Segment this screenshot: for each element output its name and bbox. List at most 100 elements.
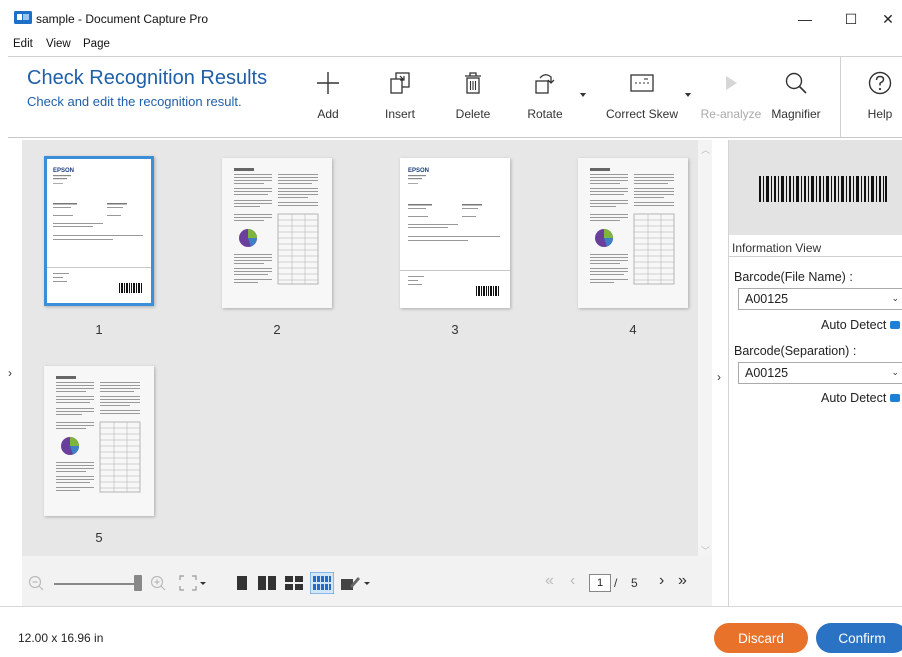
divider	[729, 256, 902, 257]
report-document-preview	[222, 158, 332, 308]
barcode-separation-select[interactable]: A00125 ⌄	[738, 362, 902, 384]
delete-button[interactable]: Delete	[451, 63, 495, 133]
add-button[interactable]: Add	[308, 63, 348, 133]
scroll-up-icon[interactable]: ︿	[701, 143, 710, 156]
thumbnail-scrollbar[interactable]	[698, 140, 712, 556]
information-panel: Information View Barcode(File Name) : A0…	[728, 140, 902, 606]
page-thumbnail-4[interactable]	[578, 158, 688, 308]
correct-skew-button[interactable]: Correct Skew	[600, 63, 684, 133]
four-page-view-icon[interactable]	[284, 575, 304, 591]
pager-separator: /	[614, 576, 618, 590]
plus-icon	[308, 63, 348, 103]
page-number-1: 1	[95, 322, 103, 337]
app-icon	[14, 11, 32, 24]
barcode-preview	[729, 140, 902, 235]
rotate-dropdown-caret[interactable]	[580, 93, 586, 97]
reanalyze-button[interactable]: Re-analyze	[700, 63, 762, 133]
svg-text:EPSON: EPSON	[53, 168, 74, 174]
rotate-icon	[525, 63, 565, 103]
menu-page[interactable]: Page	[83, 38, 110, 50]
menu-edit[interactable]: Edit	[13, 38, 33, 50]
two-page-view-icon[interactable]	[257, 575, 277, 591]
barcode-file-name-label: Barcode(File Name) :	[734, 270, 853, 284]
page-thumbnail-3[interactable]: EPSON	[400, 158, 510, 308]
insert-label: Insert	[384, 107, 415, 121]
minimize-button[interactable]: —	[787, 8, 823, 30]
barcode-separation-value: A00125	[745, 366, 789, 380]
first-page-icon[interactable]: «	[545, 572, 554, 590]
next-page-icon[interactable]: ›	[659, 572, 664, 590]
single-page-view-icon[interactable]	[236, 575, 248, 591]
app-window: sample - Document Capture Pro — ☐ ✕ Edit…	[0, 0, 902, 657]
auto-detect-label: Auto Detect	[821, 391, 887, 405]
zoom-slider-track[interactable]	[54, 583, 136, 585]
report-document-preview	[44, 366, 154, 516]
ribbon-title: Check Recognition Results	[27, 67, 268, 89]
discard-button[interactable]: Discard	[714, 623, 808, 653]
page-thumbnail-1[interactable]: EPSON	[44, 156, 154, 306]
page-number-2: 2	[273, 322, 281, 337]
ribbon-separator	[840, 57, 841, 137]
barcode-file-name-select[interactable]: A00125 ⌄	[738, 288, 902, 310]
status-divider	[0, 606, 902, 607]
page-number-3: 3	[451, 322, 459, 337]
ribbon-toolbar: Check Recognition Results Check and edit…	[8, 56, 902, 138]
page-size-readout: 12.00 x 16.96 in	[18, 631, 104, 645]
close-button[interactable]: ✕	[870, 8, 902, 30]
help-icon	[860, 63, 900, 103]
maximize-button[interactable]: ☐	[833, 8, 869, 30]
menu-view[interactable]: View	[46, 38, 71, 50]
barcode-image	[759, 176, 887, 202]
auto-detect-toggle[interactable]	[890, 321, 901, 329]
zoom-out-icon[interactable]	[28, 575, 44, 591]
zoom-in-icon[interactable]	[150, 575, 166, 591]
left-panel-expand-arrow[interactable]: ›	[8, 366, 12, 380]
thumbnail-grid-view-icon[interactable]	[310, 572, 334, 594]
help-button[interactable]: Help	[858, 63, 902, 133]
barcode-file-name-value: A00125	[745, 292, 789, 306]
delete-label: Delete	[455, 107, 491, 121]
reanalyze-label: Re-analyze	[700, 107, 762, 121]
magnifier-button[interactable]: Magnifier	[766, 63, 826, 133]
correct-skew-dropdown-caret[interactable]	[685, 93, 691, 97]
page-thumbnail-5[interactable]	[44, 366, 154, 516]
svg-text:EPSON: EPSON	[408, 168, 429, 174]
rotate-label: Rotate	[527, 107, 563, 121]
fit-page-icon[interactable]	[178, 574, 206, 592]
barcode-separation-label: Barcode(Separation) :	[734, 344, 857, 358]
add-label: Add	[317, 107, 339, 121]
form-document-preview: EPSON	[400, 158, 510, 308]
title-bar: sample - Document Capture Pro — ☐ ✕	[0, 0, 902, 36]
insert-button[interactable]: Insert	[378, 63, 422, 133]
edit-view-icon[interactable]	[340, 574, 370, 592]
chevron-down-icon: ⌄	[891, 293, 899, 303]
auto-detect-separation: Auto Detect	[821, 391, 901, 405]
page-thumbnail-2[interactable]	[222, 158, 332, 308]
information-view-title: Information View	[732, 241, 822, 255]
view-toolbar: « ‹ 1 / 5 › »	[22, 556, 712, 606]
trash-icon	[453, 63, 493, 103]
auto-detect-label: Auto Detect	[821, 318, 887, 332]
page-total: 5	[631, 576, 638, 590]
page-number-input[interactable]: 1	[589, 574, 611, 592]
help-label: Help	[867, 107, 893, 121]
previous-page-icon[interactable]: ‹	[570, 572, 575, 590]
rotate-button[interactable]: Rotate	[523, 63, 567, 133]
zoom-slider-thumb[interactable]	[134, 575, 142, 591]
magnifier-label: Magnifier	[771, 107, 821, 121]
right-panel-collapse-arrow[interactable]: ›	[717, 370, 721, 384]
correct-skew-icon	[622, 63, 662, 103]
last-page-icon[interactable]: »	[678, 572, 687, 590]
correct-skew-label: Correct Skew	[605, 107, 679, 121]
page-number-4: 4	[629, 322, 637, 337]
auto-detect-file-name: Auto Detect	[821, 318, 901, 332]
auto-detect-toggle[interactable]	[890, 394, 901, 402]
play-icon	[711, 63, 751, 103]
confirm-button[interactable]: Confirm	[816, 623, 902, 653]
form-document-preview: EPSON	[47, 159, 151, 303]
ribbon-subtitle: Check and edit the recognition result.	[27, 94, 242, 109]
magnifier-icon	[776, 63, 816, 103]
page-number-5: 5	[95, 530, 103, 545]
chevron-down-icon: ⌄	[891, 367, 899, 377]
report-document-preview	[578, 158, 688, 308]
